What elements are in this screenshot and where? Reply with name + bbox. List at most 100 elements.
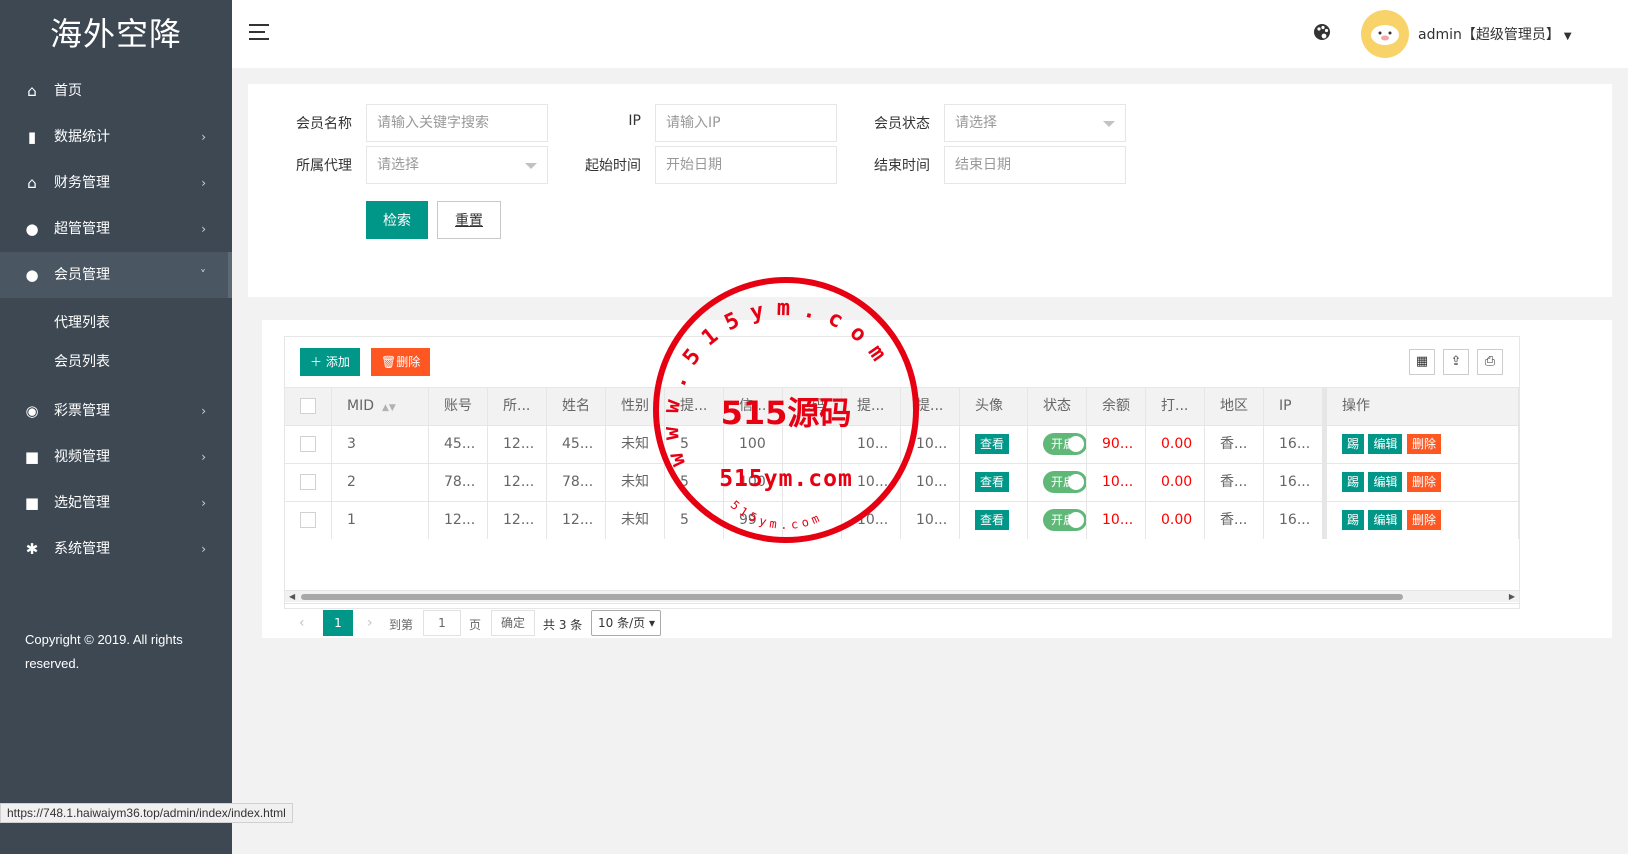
nav-item-lottery[interactable]: ◉ 彩票管理 › [0,388,232,434]
palette-icon[interactable] [1312,22,1332,47]
user-icon: ● [25,220,39,238]
nav-label: 超管管理 [54,221,110,237]
cell-gender: 未知 [606,464,665,501]
edit-button[interactable]: 编辑 [1368,472,1403,492]
cell-name: 45... [547,426,606,463]
columns-icon[interactable]: ▦ [1409,349,1435,375]
cell-agent: 12... [488,502,547,539]
nav-item-finance[interactable]: ⌂ 财务管理 › [0,160,232,206]
edit-button[interactable]: 编辑 [1368,510,1403,530]
kick-button[interactable]: 踢 [1342,472,1365,492]
avatar[interactable] [1361,10,1409,58]
prev-page-icon[interactable]: ‹ [299,615,305,631]
cell-account: 78... [429,464,488,501]
search-button[interactable]: 检索 [366,201,428,239]
delete-button[interactable]: 删除 [1406,472,1441,492]
reset-button[interactable]: 重置 [437,201,501,239]
row-checkbox[interactable] [300,474,316,490]
batch-delete-button[interactable]: 🗑删除 [371,348,431,376]
add-button[interactable]: ＋ 添加 [300,348,360,376]
nav-item-statistics[interactable]: ▮ 数据统计 › [0,114,232,160]
cell-balance: 10... [1087,502,1146,539]
sort-icon[interactable]: ▲▼ [382,403,396,413]
home-icon: ⌂ [27,82,37,100]
menu-toggle-icon[interactable] [249,24,269,40]
col-header: ...码 [783,388,842,425]
status-select[interactable]: 请选择 [944,104,1126,142]
chevron-right-icon: › [201,542,206,556]
start-date-input[interactable]: 开始日期 [655,146,837,184]
view-avatar-button[interactable]: 查看 [975,434,1010,454]
nav-item-super-admin[interactable]: ● 超管管理 › [0,206,232,252]
cell-status: 开启 [1028,426,1087,463]
agent-select[interactable]: 请选择 [366,146,548,184]
delete-button[interactable]: 删除 [1406,434,1441,454]
col-header: 操作 [1323,388,1519,425]
print-icon[interactable]: ⎙ [1477,349,1503,375]
row-select-cell [285,464,332,501]
col-header: 提... [842,388,901,425]
cell-region: 香... [1205,464,1264,501]
cell-credit: 100 [724,464,783,501]
col-header: 性别 [606,388,665,425]
col-header: 所... [488,388,547,425]
cell-actions: 踢 编辑 删除 [1323,426,1519,463]
kick-button[interactable]: 踢 [1342,434,1365,454]
sub-item-agent-list[interactable]: 代理列表 [0,304,232,343]
cell-region: 香... [1205,426,1264,463]
ip-label: IP [628,113,641,129]
horizontal-scrollbar[interactable]: ◀ ▶ [285,590,1519,602]
trash-icon: 🗑 [381,355,397,369]
col-header: IP [1264,388,1323,425]
scroll-left-icon[interactable]: ◀ [289,591,295,602]
submenu-members: 代理列表 会员列表 [0,298,232,388]
bank-icon: ⌂ [27,174,37,192]
status-toggle[interactable]: 开启 [1043,433,1086,455]
delete-button[interactable]: 删除 [1406,510,1441,530]
view-avatar-button[interactable]: 查看 [975,510,1010,530]
view-avatar-button[interactable]: 查看 [975,472,1010,492]
nav-item-home[interactable]: ⌂ 首页 [0,68,232,114]
cell-gender: 未知 [606,502,665,539]
user-menu[interactable]: admin【超级管理员】 ▼ [1418,24,1572,44]
member-name-input[interactable]: 请输入关键字搜索 [366,104,548,142]
status-toggle[interactable]: 开启 [1043,509,1086,531]
cell-gender: 未知 [606,426,665,463]
edit-button[interactable]: 编辑 [1368,434,1403,454]
cell-actions: 踢 编辑 删除 [1323,502,1519,539]
col-header: 头像 [960,388,1028,425]
nav-item-video[interactable]: ■ 视频管理 › [0,434,232,480]
export-icon[interactable]: ⇪ [1443,349,1469,375]
page-number-input[interactable]: 1 [423,610,461,636]
nav-item-system[interactable]: ✱ 系统管理 › [0,526,232,572]
table-header: MID ▲▼ 账号 所... 姓名 性别 提... 信... ...码 提... … [285,387,1519,425]
video-icon: ■ [24,494,40,512]
scroll-right-icon[interactable]: ▶ [1509,591,1515,602]
col-header[interactable]: MID ▲▼ [332,388,429,425]
cell-withdraw-count: 5 [665,502,724,539]
cell-code [783,464,842,501]
nav-label: 彩票管理 [54,403,110,419]
col-header: 姓名 [547,388,606,425]
nav-item-members[interactable]: ● 会员管理 ˅ [0,252,232,298]
select-all-checkbox[interactable] [300,398,316,414]
page-size-select[interactable]: 10 条/页 [591,610,661,636]
kick-button[interactable]: 踢 [1342,510,1365,530]
cell-credit: 100 [724,426,783,463]
agent-label: 所属代理 [296,158,352,174]
cell-mid: 1 [332,502,429,539]
row-checkbox[interactable] [300,512,316,528]
ip-input[interactable]: 请输入IP [655,104,837,142]
row-checkbox[interactable] [300,436,316,452]
status-toggle[interactable]: 开启 [1043,471,1086,493]
scrollbar-thumb[interactable] [301,594,1403,600]
current-page[interactable]: 1 [323,610,353,636]
nav-item-selection[interactable]: ■ 选妃管理 › [0,480,232,526]
end-date-input[interactable]: 结束日期 [944,146,1126,184]
page-unit: 页 [469,618,482,632]
cell-account: 12... [429,502,488,539]
goto-confirm-button[interactable]: 确定 [491,610,535,636]
next-page-icon[interactable]: › [367,615,373,631]
cell-agent: 12... [488,426,547,463]
sub-item-member-list[interactable]: 会员列表 [0,343,232,382]
